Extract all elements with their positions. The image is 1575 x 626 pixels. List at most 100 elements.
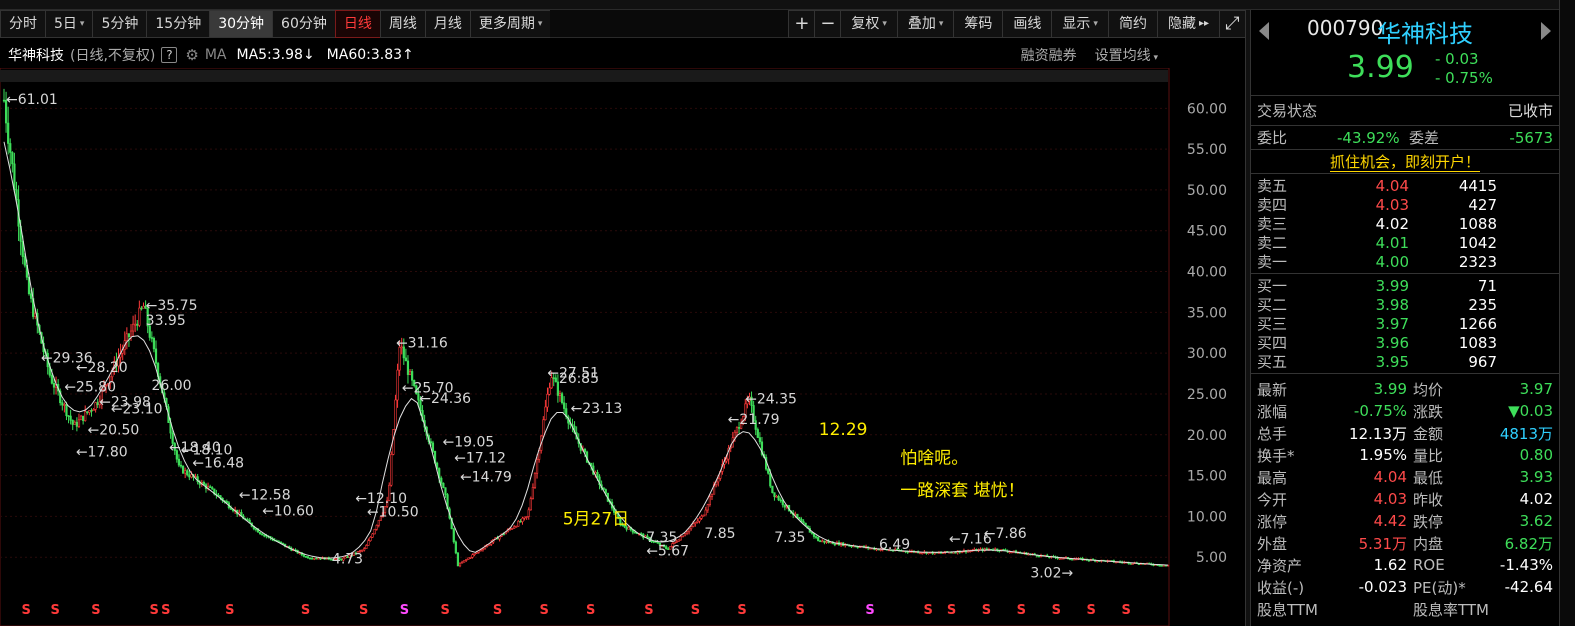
candle-body [604,489,607,494]
candle-body [515,525,518,528]
stat-label: 最新 [1257,380,1288,399]
period-tab-label: 日线 [343,16,372,32]
bids-price: 3.97 [1375,314,1409,333]
change-amount: - 0.03 [1435,50,1479,68]
event-marker-icon: S [924,603,933,618]
prev-stock-icon[interactable] [1259,22,1269,40]
candle-body [783,504,786,508]
stat-label: 量比 [1413,446,1444,465]
candle-body [510,528,514,530]
quote-header: 000790 华神科技 3.99 - 0.03 - 0.75% [1251,10,1559,96]
stat-value: 1.95% [1359,446,1407,464]
zoom-out-button[interactable]: − [814,10,841,38]
candle-body [317,557,320,560]
event-marker-icon: S [493,603,502,618]
gear-icon[interactable]: ⚙ [185,46,198,64]
kline-chart[interactable]: 5.00 10.00 15.00 20.00 25.00 30.00 35.00 40.00 4… [0,68,1245,626]
candle-body [313,557,316,560]
bids-row[interactable]: 买四 3.96 1083 [1251,333,1559,353]
stat-label: 换手* [1257,446,1295,465]
asks-row[interactable]: 卖三 4.02 1088 [1251,214,1559,234]
tool-button-7[interactable]: 简约 [1107,10,1157,38]
candle-body [583,448,587,453]
ma-label[interactable]: MA [205,47,227,63]
period-tab-5[interactable]: 60分钟 [272,10,335,38]
event-marker-icon: S [1087,603,1096,618]
bids-row[interactable]: 买二 3.98 235 [1251,295,1559,315]
tool-button-4[interactable]: 筹码 [953,10,1003,38]
period-tab-1[interactable]: 5日 ▾ [45,10,93,38]
candle-body [698,518,701,522]
candle-body [690,526,693,530]
tool-button-3[interactable]: 叠加 ▾ [896,10,954,38]
candle-body [458,562,462,567]
candle-body [679,536,682,541]
period-tab-7[interactable]: 周线 [379,10,425,38]
stat-value: 4.03 [1373,490,1407,508]
asks-row[interactable]: 卖四 4.03 427 [1251,195,1559,215]
candle-body [315,557,318,560]
period-tab-4[interactable]: 30分钟 [209,10,273,38]
candle-body [560,393,564,404]
zoom-in-button[interactable]: + [788,10,815,38]
bids-row[interactable]: 买一 3.99 71 [1251,276,1559,296]
ma-settings-button[interactable]: 设置均线 ▾ [1095,45,1158,65]
asks-row[interactable]: 卖五 4.04 4415 [1251,176,1559,196]
bids-level-label: 买二 [1257,296,1288,314]
stat-value: 3.93 [1519,468,1553,486]
period-tab-0[interactable]: 分时 [0,10,45,38]
asks-row[interactable]: 卖一 4.00 2323 [1251,252,1559,272]
period-tab-8[interactable]: 月线 [424,10,470,38]
candle-body [694,522,697,525]
bids-row[interactable]: 买三 3.97 1266 [1251,314,1559,334]
candle-body [687,528,691,533]
candle-body [2,99,6,102]
stat-label: 股息TTM [1257,600,1319,619]
stat-row: 涨停 4.42 跌停 3.62 [1251,510,1559,532]
candle-body [179,464,183,467]
event-marker-icon: S [737,603,746,618]
next-stock-icon[interactable] [1541,22,1551,40]
candle-body [473,552,476,556]
candle-body [758,437,761,443]
candle-body [140,307,143,310]
stat-value: -42.64 [1504,578,1553,596]
asks-row[interactable]: 卖二 4.01 1042 [1251,233,1559,253]
margin-trading-link[interactable]: 融资融券 [1021,45,1077,65]
stock-name: 华神科技 [1377,20,1473,48]
candle-body [681,535,684,538]
stat-value: -0.023 [1358,578,1407,596]
candle-body [465,559,468,561]
open-account-link[interactable]: 抓住机会，即刻开户！ [1251,150,1559,174]
kline-chart-svg[interactable]: 5.00 10.00 15.00 20.00 25.00 30.00 35.00 40.00 4… [0,68,1245,626]
candle-body [767,468,770,474]
price-label: ←5.67 [646,544,689,560]
asks-volume: 2323 [1458,252,1497,271]
stat-row: 净资产 1.62 ROE -1.43% [1251,554,1559,576]
event-marker-icon: S [796,603,805,618]
chart-stock-name: 华神科技 [8,48,64,64]
fullscreen-button[interactable]: ⤢ [1219,10,1245,38]
price-label: ←25.80 [64,379,116,395]
tool-button-6[interactable]: 显示 ▾ [1051,10,1108,38]
period-tab-2[interactable]: 5分钟 [92,10,147,38]
period-tab-label: 5日 [54,16,77,32]
stat-value: 1.62 [1373,556,1407,574]
bids-level-label: 买三 [1257,315,1288,333]
price-label: ←10.60 [262,503,314,519]
candle-body [82,415,85,421]
price-label: ←28.20 [76,360,128,376]
period-tab-6[interactable]: 日线 [334,10,380,38]
stat-label: PE(动)* [1413,578,1466,597]
candle-body [1058,557,1061,560]
period-tab-3[interactable]: 15分钟 [146,10,210,38]
candle-body [88,410,91,413]
tool-button-2[interactable]: 复权 ▾ [840,10,897,38]
period-tab-9[interactable]: 更多周期 ▾ [469,10,551,38]
tool-button-5[interactable]: 画线 [1002,10,1052,38]
bids-row[interactable]: 买五 3.95 967 [1251,352,1559,372]
help-icon[interactable]: ? [161,47,178,63]
candle-body [319,557,322,560]
stat-value: ▼0.03 [1508,402,1553,420]
tool-button-8[interactable]: 隐藏 ▸▸ [1156,10,1219,38]
